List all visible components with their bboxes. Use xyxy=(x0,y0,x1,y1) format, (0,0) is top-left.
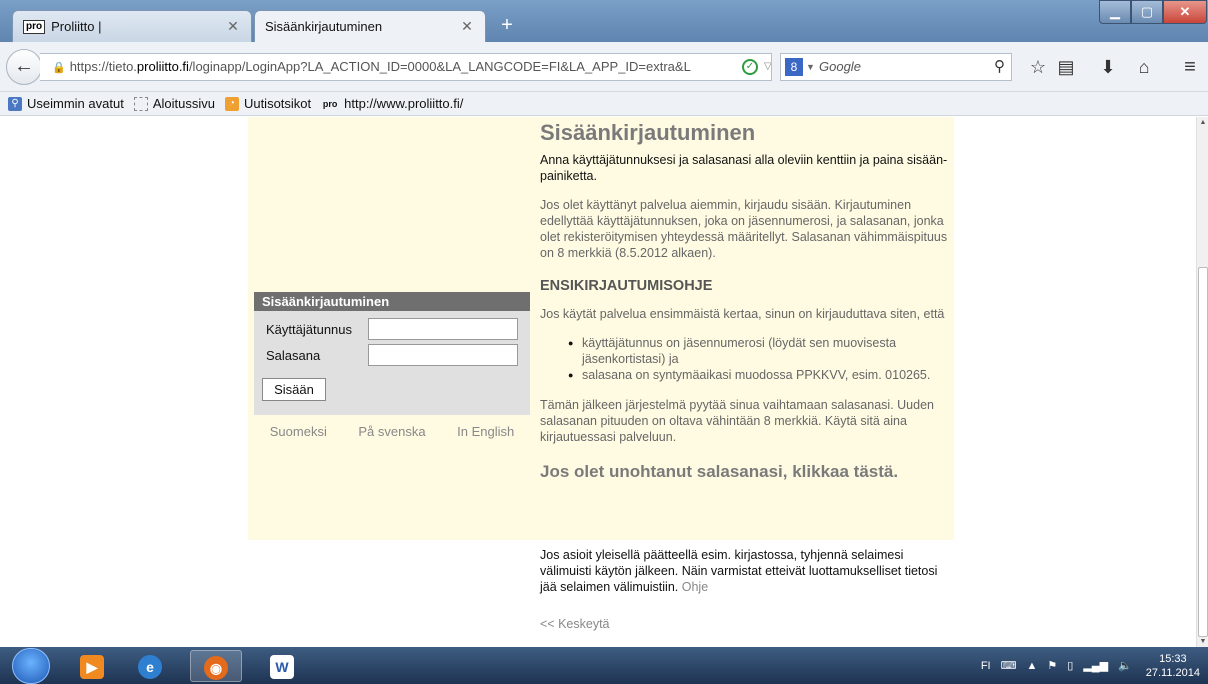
action-center-flag-icon[interactable]: ⚑ xyxy=(1047,659,1057,672)
tab-login[interactable]: Sisäänkirjautuminen ✕ xyxy=(254,10,486,42)
lang-swedish-link[interactable]: På svenska xyxy=(358,424,425,439)
scrollbar-thumb[interactable] xyxy=(1198,267,1208,637)
lang-english-link[interactable]: In English xyxy=(457,424,514,439)
word-icon: W xyxy=(270,655,294,679)
bookmark-news[interactable]: ◔ Uutisotsikot xyxy=(224,96,312,111)
url-prefix: https://tieto. xyxy=(69,59,137,74)
bookmark-label: http://www.proliitto.fi/ xyxy=(344,96,464,111)
address-bar[interactable]: 🔒 https://tieto.proliitto.fi/loginapp/Log… xyxy=(40,53,772,81)
window-minimize-button[interactable]: ▁ xyxy=(1099,0,1131,24)
navigation-bar: ← 🔒 https://tieto.proliitto.fi/loginapp/L… xyxy=(0,42,1208,92)
bookmark-most-visited[interactable]: ⚲ Useimmin avatut xyxy=(8,96,124,111)
url-history-dropdown-icon[interactable]: ▽ xyxy=(764,54,771,80)
cancel-link[interactable]: << Keskeytä xyxy=(540,617,610,631)
clock-time: 15:33 xyxy=(1159,652,1187,665)
instructions-heading: ENSIKIRJAUTUMISOHJE xyxy=(540,278,713,294)
password-input[interactable] xyxy=(368,344,518,366)
rss-icon: ◔ xyxy=(224,96,239,111)
username-row: Käyttäjätunnus xyxy=(266,318,518,340)
username-input[interactable] xyxy=(368,318,518,340)
lock-icon: 🔒 xyxy=(52,62,66,74)
volume-icon[interactable]: 🔈 xyxy=(1118,659,1132,672)
bookmarks-list-icon[interactable]: ▤ xyxy=(1052,53,1080,81)
most-visited-icon: ⚲ xyxy=(8,96,22,111)
login-button[interactable]: Sisään xyxy=(262,378,326,401)
first-time-list: käyttäjätunnus on jäsennumerosi (löydät … xyxy=(540,335,956,383)
vertical-scrollbar[interactable]: ▲ ▼ xyxy=(1196,117,1208,647)
search-bar[interactable]: 8 ▼ Google ⚲ xyxy=(780,53,1012,81)
url-host: proliitto.fi xyxy=(136,59,189,74)
search-input[interactable]: Google xyxy=(819,54,861,80)
secure-check-icon[interactable]: ✓ xyxy=(742,59,758,75)
firefox-icon: ◉ xyxy=(204,656,228,680)
page-viewport: Sisäänkirjautuminen Käyttäjätunnus Salas… xyxy=(0,117,1196,647)
start-page-icon xyxy=(133,96,148,111)
tab-close-icon[interactable]: ✕ xyxy=(459,18,475,35)
bookmark-label: Useimmin avatut xyxy=(27,96,124,111)
bookmark-start-page[interactable]: Aloitussivu xyxy=(133,96,215,111)
scroll-up-arrow-icon[interactable]: ▲ xyxy=(1197,119,1208,126)
scroll-down-arrow-icon[interactable]: ▼ xyxy=(1197,638,1208,645)
windows-start-button[interactable] xyxy=(12,648,50,684)
password-row: Salasana xyxy=(266,344,518,366)
taskbar-media-player[interactable]: ▶ xyxy=(66,650,118,682)
search-icon[interactable]: ⚲ xyxy=(994,54,1005,80)
login-instructions: Sisäänkirjautuminen Anna käyttäjätunnuks… xyxy=(540,117,956,483)
taskbar-firefox[interactable]: ◉ xyxy=(190,650,242,682)
power-icon[interactable]: ▯ xyxy=(1067,659,1073,672)
bookmark-star-icon[interactable]: ☆ xyxy=(1024,53,1052,81)
windows-taskbar: ▶ e ◉ W FI ⌨ ▲ ⚑ ▯ ▂▄▆ 🔈 15:33 27.11.201… xyxy=(0,647,1208,684)
pro-favicon-icon: pro xyxy=(322,98,338,109)
pro-favicon-icon: pro xyxy=(23,19,46,34)
tab-label: Sisäänkirjautuminen xyxy=(265,19,383,34)
media-player-icon: ▶ xyxy=(80,655,104,679)
google-engine-icon[interactable]: 8 xyxy=(785,58,803,76)
network-signal-icon[interactable]: ▂▄▆ xyxy=(1083,659,1108,672)
home-icon[interactable]: ⌂ xyxy=(1130,53,1158,81)
tab-close-icon[interactable]: ✕ xyxy=(225,18,241,35)
show-hidden-icons-icon[interactable]: ▲ xyxy=(1027,660,1038,672)
tab-label: Proliitto | xyxy=(51,19,102,34)
system-tray: FI ⌨ ▲ ⚑ ▯ ▂▄▆ 🔈 15:33 27.11.2014 xyxy=(971,647,1208,684)
window-maximize-button[interactable]: ▢ xyxy=(1131,0,1163,24)
clock[interactable]: 15:33 27.11.2014 xyxy=(1146,652,1200,680)
bookmarks-toolbar: ⚲ Useimmin avatut Aloitussivu ◔ Uutisots… xyxy=(0,92,1208,116)
lang-finnish-link[interactable]: Suomeksi xyxy=(270,424,327,439)
bookmark-proliitto[interactable]: pro http://www.proliitto.fi/ xyxy=(321,96,463,111)
username-label: Käyttäjätunnus xyxy=(266,321,353,337)
menu-icon[interactable]: ≡ xyxy=(1176,53,1204,81)
login-form-title: Sisäänkirjautuminen xyxy=(254,292,530,311)
first-time-text: Jos käytät palvelua ensimmäistä kertaa, … xyxy=(540,307,945,321)
back-arrow-icon[interactable]: ← xyxy=(6,49,42,85)
download-icon[interactable]: ⬇ xyxy=(1094,53,1122,81)
url-path: /loginapp/LoginApp?LA_ACTION_ID=0000&LA_… xyxy=(188,59,691,74)
info-text: Jos olet käyttänyt palvelua aiemmin, kir… xyxy=(540,198,948,260)
security-note: Jos asioit yleisellä päätteellä esim. ki… xyxy=(540,547,956,595)
window-close-button[interactable]: ✕ xyxy=(1163,0,1207,24)
tab-strip: pro Proliitto | ✕ Sisäänkirjautuminen ✕ … xyxy=(0,0,1208,42)
list-item: käyttäjätunnus on jäsennumerosi (löydät … xyxy=(568,335,956,367)
taskbar-word[interactable]: W xyxy=(256,650,308,682)
security-note-text: Jos asioit yleisellä päätteellä esim. ki… xyxy=(540,548,938,594)
language-links: Suomeksi På svenska In English xyxy=(254,424,530,439)
forgot-password-link[interactable]: Jos olet unohtanut salasanasi, klikkaa t… xyxy=(540,461,956,483)
page-title: Sisäänkirjautuminen xyxy=(540,120,756,145)
list-item: salasana on syntymäaikasi muodossa PPKKV… xyxy=(568,367,956,383)
engine-dropdown-icon[interactable]: ▼ xyxy=(806,54,815,80)
taskbar-internet-explorer[interactable]: e xyxy=(124,650,176,682)
tab-proliitto[interactable]: pro Proliitto | ✕ xyxy=(12,10,252,42)
internet-explorer-icon: e xyxy=(138,655,162,679)
after-text: Tämän jälkeen järjestelmä pyytää sinua v… xyxy=(540,398,934,444)
password-label: Salasana xyxy=(266,347,321,363)
clock-date: 27.11.2014 xyxy=(1145,666,1200,679)
keyboard-language[interactable]: FI xyxy=(981,660,991,672)
bookmark-label: Uutisotsikot xyxy=(243,96,312,111)
bookmark-label: Aloitussivu xyxy=(152,96,215,111)
keyboard-icon[interactable]: ⌨ xyxy=(1001,659,1017,672)
login-form: Sisäänkirjautuminen Käyttäjätunnus Salas… xyxy=(254,292,530,415)
help-link[interactable]: Ohje xyxy=(682,580,708,594)
intro-text: Anna käyttäjätunnuksesi ja salasanasi al… xyxy=(540,153,948,183)
new-tab-button[interactable]: + xyxy=(494,14,520,38)
